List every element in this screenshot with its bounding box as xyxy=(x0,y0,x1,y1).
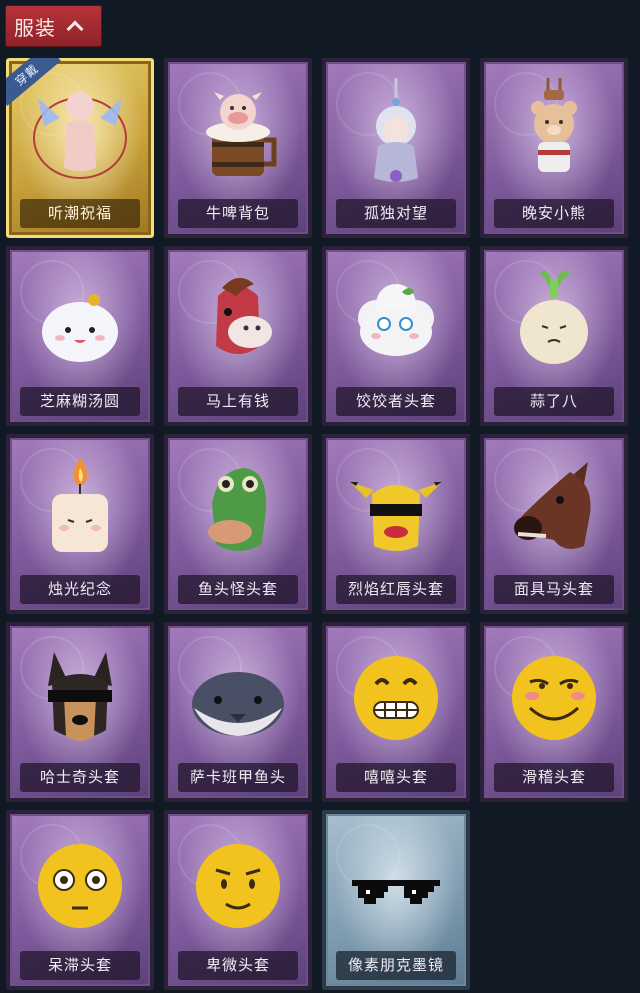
costume-label: 马上有钱 xyxy=(178,387,298,416)
costume-category-toggle[interactable]: 服装 xyxy=(5,5,102,47)
fish-mask-icon xyxy=(208,468,267,551)
smirk-emoji-icon xyxy=(512,656,596,740)
costume-card-8[interactable]: 蒜了八 xyxy=(480,246,628,426)
doll-charm-icon xyxy=(374,78,418,182)
costume-card-7[interactable]: 饺饺者头套 xyxy=(322,246,470,426)
costume-label: 芝麻糊汤圆 xyxy=(20,387,140,416)
humble-emoji-icon xyxy=(196,844,280,928)
costume-label: 鱼头怪头套 xyxy=(178,575,298,604)
stare-emoji-icon xyxy=(38,844,122,928)
costume-label: 呆滞头套 xyxy=(20,951,140,980)
costume-card-13[interactable]: 哈士奇头套 xyxy=(6,622,154,802)
costume-card-1[interactable]: 穿戴 听潮祝福 xyxy=(6,58,154,238)
cow-beer-mug-icon xyxy=(206,92,277,176)
grin-emoji-icon xyxy=(354,656,438,740)
chevron-up-icon xyxy=(66,20,84,37)
pixel-sunglasses-icon xyxy=(352,880,440,904)
costume-label: 烈焰红唇头套 xyxy=(336,575,456,604)
costume-card-19[interactable]: 像素朋克墨镜 xyxy=(322,810,470,990)
teddy-bear-charm-icon xyxy=(531,78,577,172)
costume-card-10[interactable]: 鱼头怪头套 xyxy=(164,434,312,614)
costume-label: 孤独对望 xyxy=(336,199,456,228)
costume-label: 面具马头套 xyxy=(494,575,614,604)
round-fish-icon xyxy=(192,672,284,736)
costume-label: 萨卡班甲鱼头 xyxy=(178,763,298,792)
costume-label: 嘻嘻头套 xyxy=(336,763,456,792)
dumpling-icon xyxy=(42,294,118,362)
costume-card-11[interactable]: 烈焰红唇头套 xyxy=(322,434,470,614)
costume-label: 哈士奇头套 xyxy=(20,763,140,792)
costume-card-4[interactable]: 晚安小熊 xyxy=(480,58,628,238)
costume-label: 晚安小熊 xyxy=(494,199,614,228)
garlic-icon xyxy=(520,270,588,364)
cloud-head-icon xyxy=(358,284,434,356)
costume-label: 烛光纪念 xyxy=(20,575,140,604)
costume-card-12[interactable]: 面具马头套 xyxy=(480,434,628,614)
costume-label: 滑稽头套 xyxy=(494,763,614,792)
costume-card-3[interactable]: 孤独对望 xyxy=(322,58,470,238)
costume-label: 像素朋克墨镜 xyxy=(336,951,456,980)
costume-label: 饺饺者头套 xyxy=(336,387,456,416)
costume-card-6[interactable]: 马上有钱 xyxy=(164,246,312,426)
yellow-mouse-mask-icon xyxy=(350,482,442,551)
costume-card-2[interactable]: 牛啤背包 xyxy=(164,58,312,238)
red-horse-mask-icon xyxy=(216,277,272,354)
costume-card-9[interactable]: 烛光纪念 xyxy=(6,434,154,614)
category-title: 服装 xyxy=(14,15,56,40)
costume-card-5[interactable]: 芝麻糊汤圆 xyxy=(6,246,154,426)
husky-mask-icon xyxy=(48,652,112,741)
costume-card-15[interactable]: 嘻嘻头套 xyxy=(322,622,470,802)
costume-label: 蒜了八 xyxy=(494,387,614,416)
costume-card-17[interactable]: 呆滞头套 xyxy=(6,810,154,990)
costume-card-16[interactable]: 滑稽头套 xyxy=(480,622,628,802)
angel-wings-mannequin-icon xyxy=(33,92,127,179)
costume-card-18[interactable]: 卑微头套 xyxy=(164,810,312,990)
horse-mask-icon xyxy=(514,462,591,549)
costume-label: 听潮祝福 xyxy=(20,199,140,228)
costume-label: 卑微头套 xyxy=(178,951,298,980)
costume-label: 牛啤背包 xyxy=(178,199,298,228)
costume-card-14[interactable]: 萨卡班甲鱼头 xyxy=(164,622,312,802)
candle-icon xyxy=(52,458,108,552)
costume-grid: 穿戴 听潮祝福 牛啤背包 孤独对望 晚安小熊 芝麻糊汤圆 马上有钱 饺饺者头套 … xyxy=(6,58,628,990)
